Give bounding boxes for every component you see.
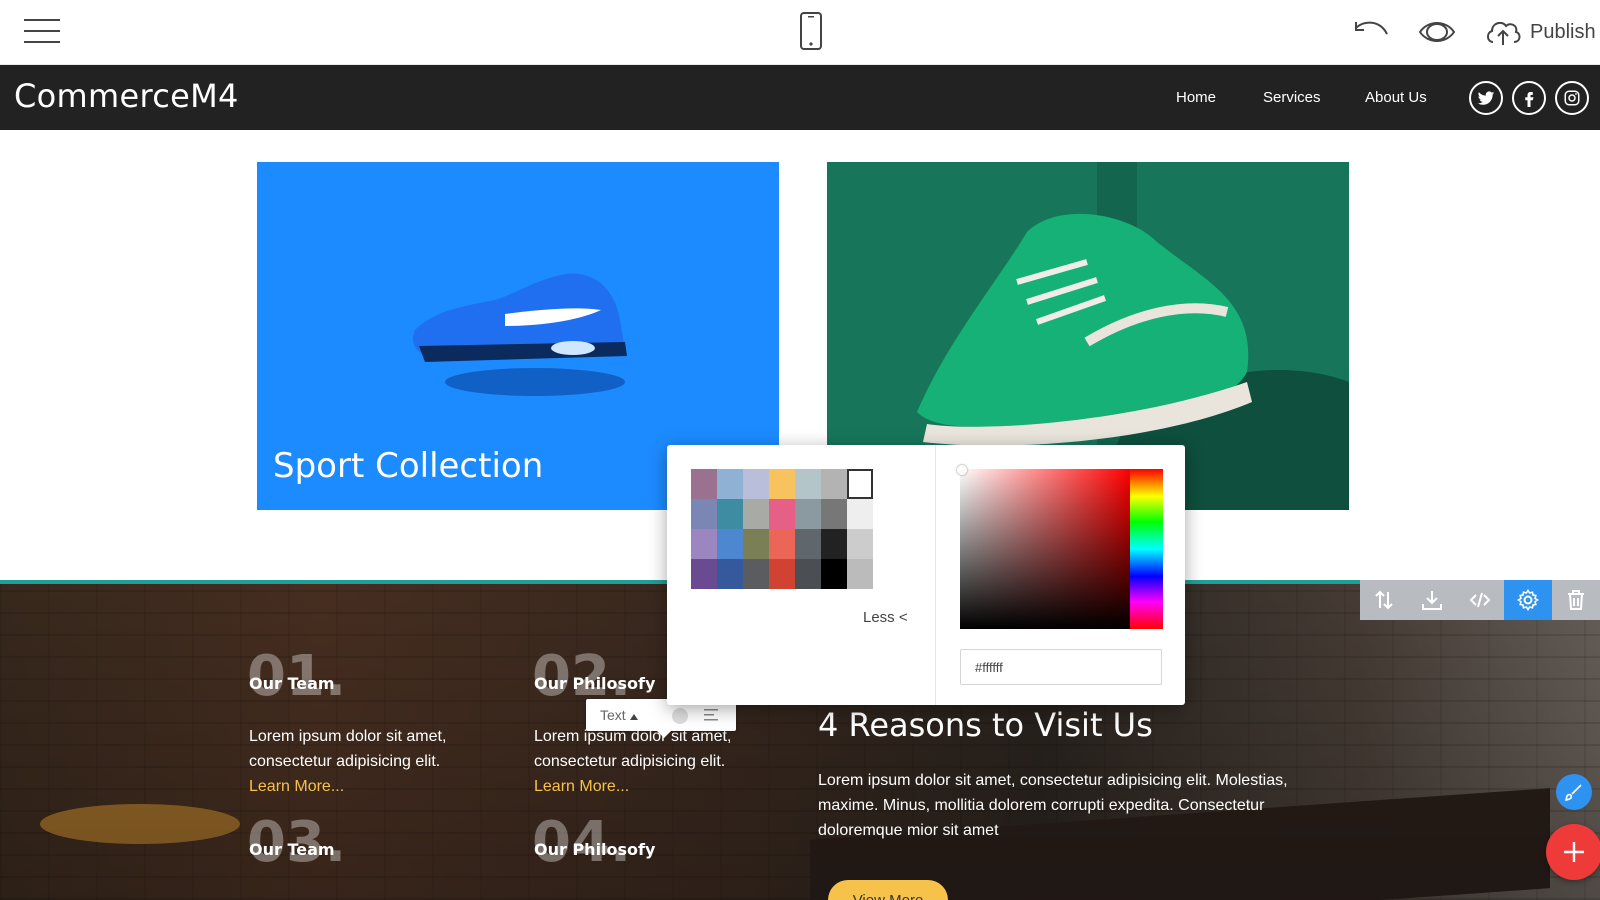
color-swatch[interactable] [821, 499, 847, 529]
color-swatch[interactable] [691, 559, 717, 589]
less-link[interactable]: Less < [863, 609, 908, 626]
picker-divider [935, 445, 936, 705]
block-toolbar [1360, 580, 1600, 620]
phone-icon[interactable] [800, 12, 822, 50]
item-title[interactable]: Our Philosofy [534, 840, 655, 859]
color-swatch[interactable] [847, 529, 873, 559]
color-swatch[interactable] [743, 529, 769, 559]
color-swatch[interactable] [769, 529, 795, 559]
circle-icon[interactable] [672, 708, 688, 724]
color-swatch[interactable] [795, 559, 821, 589]
publish-label: Publish [1530, 20, 1596, 43]
plus-icon [1564, 842, 1584, 862]
editor-toolbar: Publish [0, 0, 1600, 65]
color-swatch[interactable] [795, 469, 821, 499]
color-swatch[interactable] [717, 469, 743, 499]
align-icon[interactable] [704, 709, 718, 721]
item-body: Lorem ipsum dolor sit amet, consectetur … [249, 724, 479, 799]
color-swatch[interactable] [769, 559, 795, 589]
item-title[interactable]: Our Philosofy [534, 674, 655, 693]
nav-link-about[interactable]: About Us [1365, 89, 1427, 106]
blue-sneaker-image [413, 273, 627, 396]
color-swatch[interactable] [847, 559, 873, 589]
item-line[interactable]: consectetur adipisicing elit. [249, 753, 440, 770]
brush-button[interactable] [1556, 774, 1592, 810]
color-swatch[interactable] [717, 529, 743, 559]
download-icon[interactable] [1408, 580, 1456, 620]
color-swatch[interactable] [743, 469, 769, 499]
hue-slider[interactable] [1130, 469, 1163, 629]
color-swatch[interactable] [847, 499, 873, 529]
learn-more-link[interactable]: Learn More... [534, 774, 764, 799]
trash-icon[interactable] [1552, 580, 1600, 620]
text-style-dropdown[interactable]: Text [600, 707, 638, 723]
color-swatch[interactable] [691, 499, 717, 529]
color-swatch[interactable] [821, 469, 847, 499]
hex-input[interactable] [960, 649, 1162, 685]
item-line[interactable]: consectetur adipisicing elit. [534, 753, 725, 770]
editor-app: Publish CommerceM4 Home Services About U… [0, 0, 1600, 900]
color-swatch[interactable] [795, 499, 821, 529]
move-icon[interactable] [1360, 580, 1408, 620]
site-brand[interactable]: CommerceM4 [14, 77, 239, 115]
color-swatch[interactable] [821, 529, 847, 559]
hamburger-icon[interactable] [24, 16, 60, 46]
color-swatch[interactable] [847, 469, 873, 499]
color-swatch[interactable] [743, 559, 769, 589]
color-swatch[interactable] [691, 469, 717, 499]
brush-icon [1565, 784, 1582, 801]
view-more-button[interactable]: View More [828, 880, 948, 900]
color-swatch[interactable] [769, 469, 795, 499]
saturation-handle[interactable] [957, 465, 967, 475]
facebook-icon[interactable] [1512, 81, 1546, 115]
code-icon[interactable] [1456, 580, 1504, 620]
color-swatch[interactable] [717, 499, 743, 529]
add-block-button[interactable] [1546, 824, 1600, 880]
cloud-upload-icon [1487, 21, 1521, 45]
color-swatch[interactable] [743, 499, 769, 529]
item-title[interactable]: Our Team [249, 674, 335, 693]
gear-icon[interactable] [1504, 580, 1552, 620]
undo-icon[interactable] [1350, 18, 1390, 46]
nav-link-home[interactable]: Home [1176, 89, 1216, 106]
color-swatch[interactable] [717, 559, 743, 589]
reasons-heading[interactable]: 4 Reasons to Visit Us [818, 706, 1153, 744]
color-swatch[interactable] [769, 499, 795, 529]
sport-collection-title: Sport Collection [273, 446, 544, 486]
reasons-text[interactable]: Lorem ipsum dolor sit amet, consectetur … [818, 768, 1318, 843]
site-navbar: CommerceM4 Home Services About Us [0, 65, 1600, 130]
item-line[interactable]: Lorem ipsum dolor sit amet, [249, 728, 446, 745]
eye-icon[interactable] [1418, 18, 1456, 46]
text-style-label: Text [600, 707, 626, 723]
twitter-icon[interactable] [1469, 81, 1503, 115]
caret-up-icon [629, 714, 638, 720]
color-swatch[interactable] [821, 559, 847, 589]
item-body: Lorem ipsum dolor sit amet, consectetur … [534, 724, 764, 799]
color-picker-popup: Less < [667, 445, 1185, 705]
item-title[interactable]: Our Team [249, 840, 335, 859]
publish-button[interactable]: Publish [1484, 14, 1596, 50]
nav-link-services[interactable]: Services [1263, 89, 1321, 106]
instagram-icon[interactable] [1555, 81, 1589, 115]
color-swatch[interactable] [795, 529, 821, 559]
saturation-field[interactable] [960, 469, 1130, 629]
swatch-grid [691, 469, 875, 589]
color-swatch[interactable] [691, 529, 717, 559]
learn-more-link[interactable]: Learn More... [249, 774, 479, 799]
